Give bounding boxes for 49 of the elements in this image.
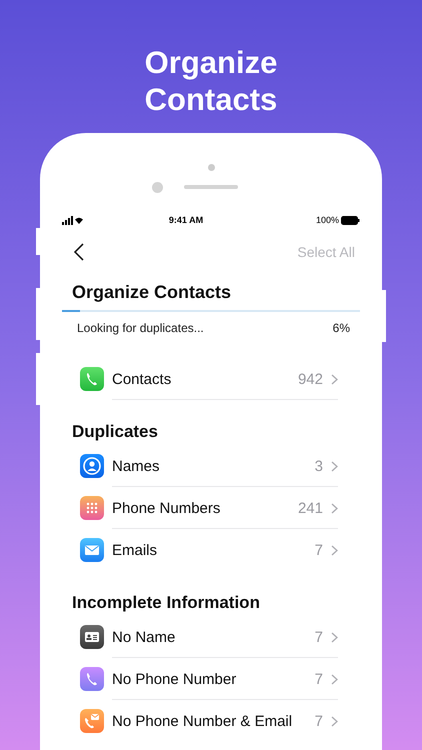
envelope-icon: [80, 538, 104, 562]
row-label: Phone Numbers: [112, 500, 222, 516]
progress-reading: 6%: [332, 321, 350, 335]
phone-icon: [80, 667, 104, 691]
list-row[interactable]: Phone Numbers 241: [80, 487, 338, 529]
phone-icon: [80, 367, 104, 391]
battery-icon: [341, 216, 360, 224]
section-heading: Duplicates: [71, 422, 159, 442]
status-time: 9:41 AM: [168, 215, 204, 225]
list-row[interactable]: Names 3: [80, 445, 338, 487]
list-row[interactable]: No Name 7: [80, 616, 338, 658]
row-label: No Phone Number & Email: [112, 712, 294, 730]
speaker-icon: [184, 185, 238, 189]
row-count: 7: [314, 670, 323, 688]
row-label: No Phone Number: [112, 670, 238, 688]
chevron-icon: [331, 674, 338, 684]
sensor-icon: [208, 164, 214, 171]
row-count: 3: [314, 458, 323, 474]
list-row[interactable]: No Phone Number & Email 7: [80, 700, 338, 742]
chevron-icon: [331, 460, 338, 472]
chevron-icon: [331, 502, 338, 514]
section-heading: Incomplete Information: [71, 593, 261, 613]
id-card-icon: [80, 625, 104, 649]
row-label: Contacts: [112, 370, 172, 388]
signal-wifi-icon: [62, 216, 84, 224]
battery-level: 100%: [316, 215, 339, 225]
phone-envelope-icon: [80, 709, 104, 733]
row-count: 7: [314, 628, 323, 646]
headline: Organize Contacts: [144, 44, 278, 118]
row-label: Emails: [112, 542, 158, 558]
chevron-icon: [331, 632, 338, 642]
person-icon: [80, 454, 104, 478]
row-count: 7: [314, 712, 323, 730]
chevron-icon: [331, 544, 338, 556]
back-icon[interactable]: [73, 243, 85, 261]
list-row[interactable]: Emails 7: [80, 529, 338, 571]
list-row[interactable]: No Phone Number 7: [80, 658, 338, 700]
chevron-icon: [331, 374, 338, 384]
progress-label: Looking for duplicates...: [77, 321, 204, 335]
row-label: Names: [112, 458, 161, 474]
row-label: No Name: [112, 628, 176, 646]
row-count: 7: [314, 542, 323, 558]
chevron-icon: [331, 716, 338, 726]
row-count: 942: [298, 370, 323, 388]
camera-icon: [152, 182, 163, 192]
screen-title: Organize Contacts: [71, 282, 232, 303]
keypad-icon: [80, 496, 104, 520]
row-count: 241: [298, 500, 323, 516]
list-row[interactable]: Contacts 942: [80, 358, 338, 400]
